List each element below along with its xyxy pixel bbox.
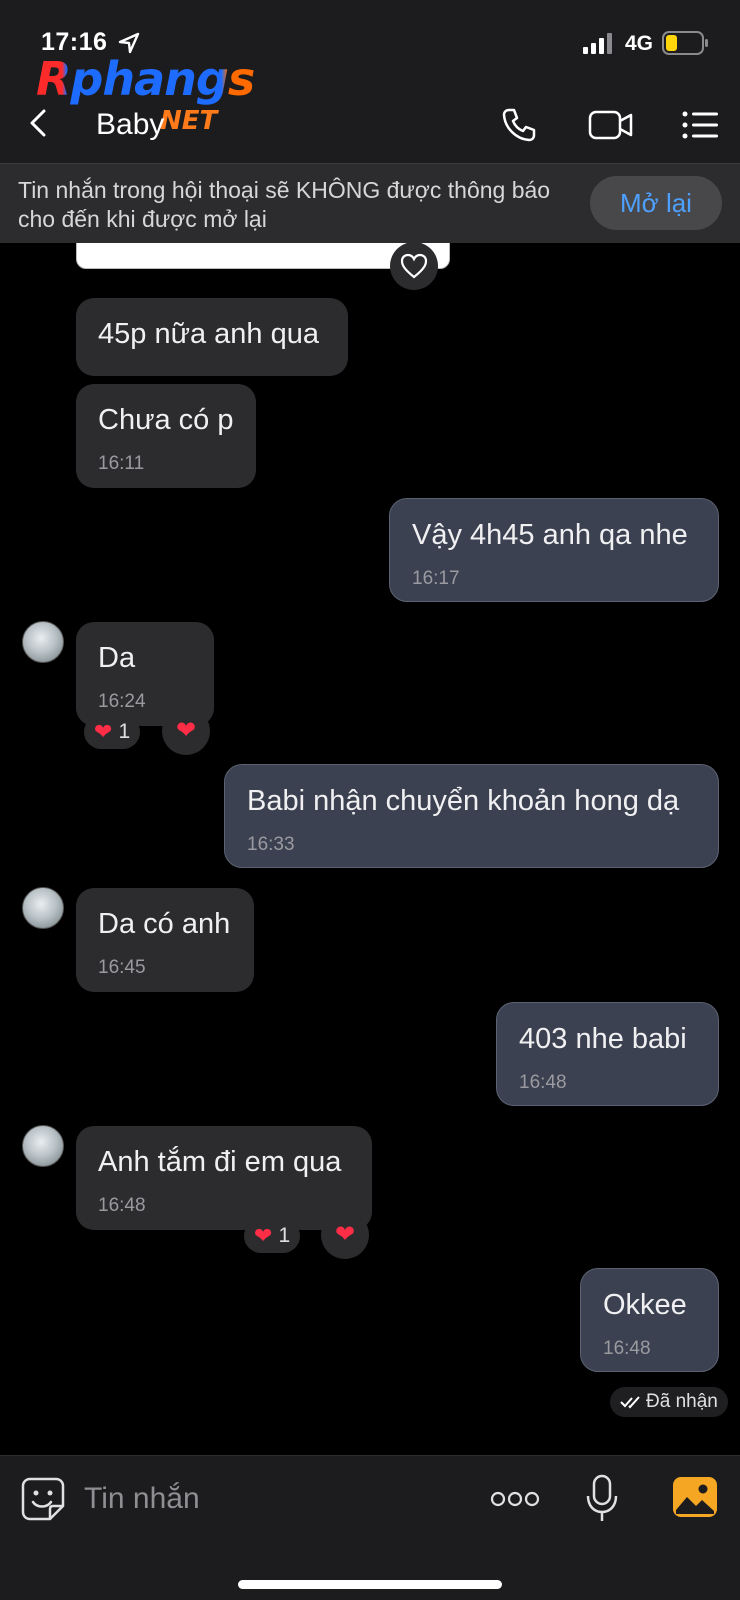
mute-notice-text: Tin nhắn trong hội thoại sẽ KHÔNG được t… [18,177,551,232]
message-time: 16:11 [98,453,145,474]
message-bubble-outgoing[interactable]: Okkee 16:48 [580,1268,719,1372]
message-bubble-outgoing[interactable]: Babi nhận chuyển khoản hong dạ 16:33 [224,764,719,868]
network-type: 4G [625,32,654,55]
message-text: Da có anh [98,908,231,940]
reaction-count: 1 [118,720,131,743]
react-button[interactable] [390,243,438,290]
watermark-logo: Rphangs [36,56,255,102]
message-bubble-incoming[interactable]: Da có anh 16:45 [76,888,254,992]
message-bubble-outgoing[interactable]: Vậy 4h45 anh qa nhe 16:17 [389,498,719,602]
reopen-button[interactable]: Mở lại [590,176,722,230]
message-text: Anh tắm đi em qua [98,1146,342,1178]
back-icon[interactable] [22,106,56,140]
message-text: 403 nhe babi [519,1023,687,1055]
delivery-status-text: Đã nhận [646,1391,718,1412]
sticker-icon[interactable] [20,1476,66,1522]
heart-icon: ❤ [175,717,197,744]
message-time: 16:48 [98,1195,146,1216]
message-time: 16:48 [519,1072,567,1093]
message-input[interactable]: Tin nhắn [84,1476,464,1522]
list-icon[interactable] [682,110,720,140]
avatar[interactable] [22,887,64,929]
message-time: 16:33 [247,834,295,855]
message-time: 16:48 [603,1338,651,1359]
heart-outline-icon [400,253,428,279]
message-bubble-incoming[interactable]: 45p nữa anh qua [76,298,348,376]
react-button[interactable]: ❤ [162,707,210,755]
heart-icon: ❤ [334,1221,356,1248]
message-time: 16:45 [98,957,146,978]
message-bubble-incoming[interactable]: Anh tắm đi em qua 16:48 [76,1126,372,1230]
chat-title[interactable]: Baby [96,108,164,142]
double-check-icon [620,1396,640,1409]
message-text: Da [98,642,136,674]
avatar[interactable] [22,621,64,663]
location-arrow-icon [118,32,140,54]
video-camera-icon[interactable] [588,108,634,142]
reaction-summary[interactable]: ❤ 1 [244,1219,301,1253]
signal-icon [583,33,612,54]
message-text: Okkee [603,1289,687,1321]
phone-icon[interactable] [500,106,538,144]
mute-notice: Tin nhắn trong hội thoại sẽ KHÔNG được t… [0,163,740,243]
battery-icon [662,31,708,55]
microphone-icon[interactable] [585,1474,619,1524]
message-text: Babi nhận chuyển khoản hong dạ [247,785,680,817]
watermark-net: NET [160,106,218,136]
message-text: 45p nữa anh qua [98,318,319,350]
composer-bar: Tin nhắn [0,1455,740,1600]
avatar[interactable] [22,1125,64,1167]
react-button[interactable]: ❤ [321,1211,369,1259]
message-bubble-outgoing[interactable]: 403 nhe babi 16:48 [496,1002,719,1106]
watermark-logo-text: Rphangs [36,52,255,106]
top-bar: 17:16 4G Rphangs NET Baby [0,0,740,163]
heart-icon: ❤ [94,719,113,744]
message-text: Vậy 4h45 anh qa nhe [412,519,688,551]
reaction-summary[interactable]: ❤ 1 [84,715,141,749]
reaction-count: 1 [278,1224,291,1247]
message-list[interactable]: 45p nữa anh qua Chưa có p 16:11 Vậy 4h45… [0,243,740,1455]
home-indicator [238,1580,502,1589]
message-text: Chưa có p [98,404,234,436]
message-time: 16:17 [412,568,460,589]
heart-icon: ❤ [254,1223,273,1248]
delivery-status: Đã nhận [610,1387,728,1417]
message-bubble-incoming[interactable]: Chưa có p 16:11 [76,384,256,488]
more-icon[interactable] [490,1490,540,1508]
photo-icon[interactable] [672,1476,718,1518]
